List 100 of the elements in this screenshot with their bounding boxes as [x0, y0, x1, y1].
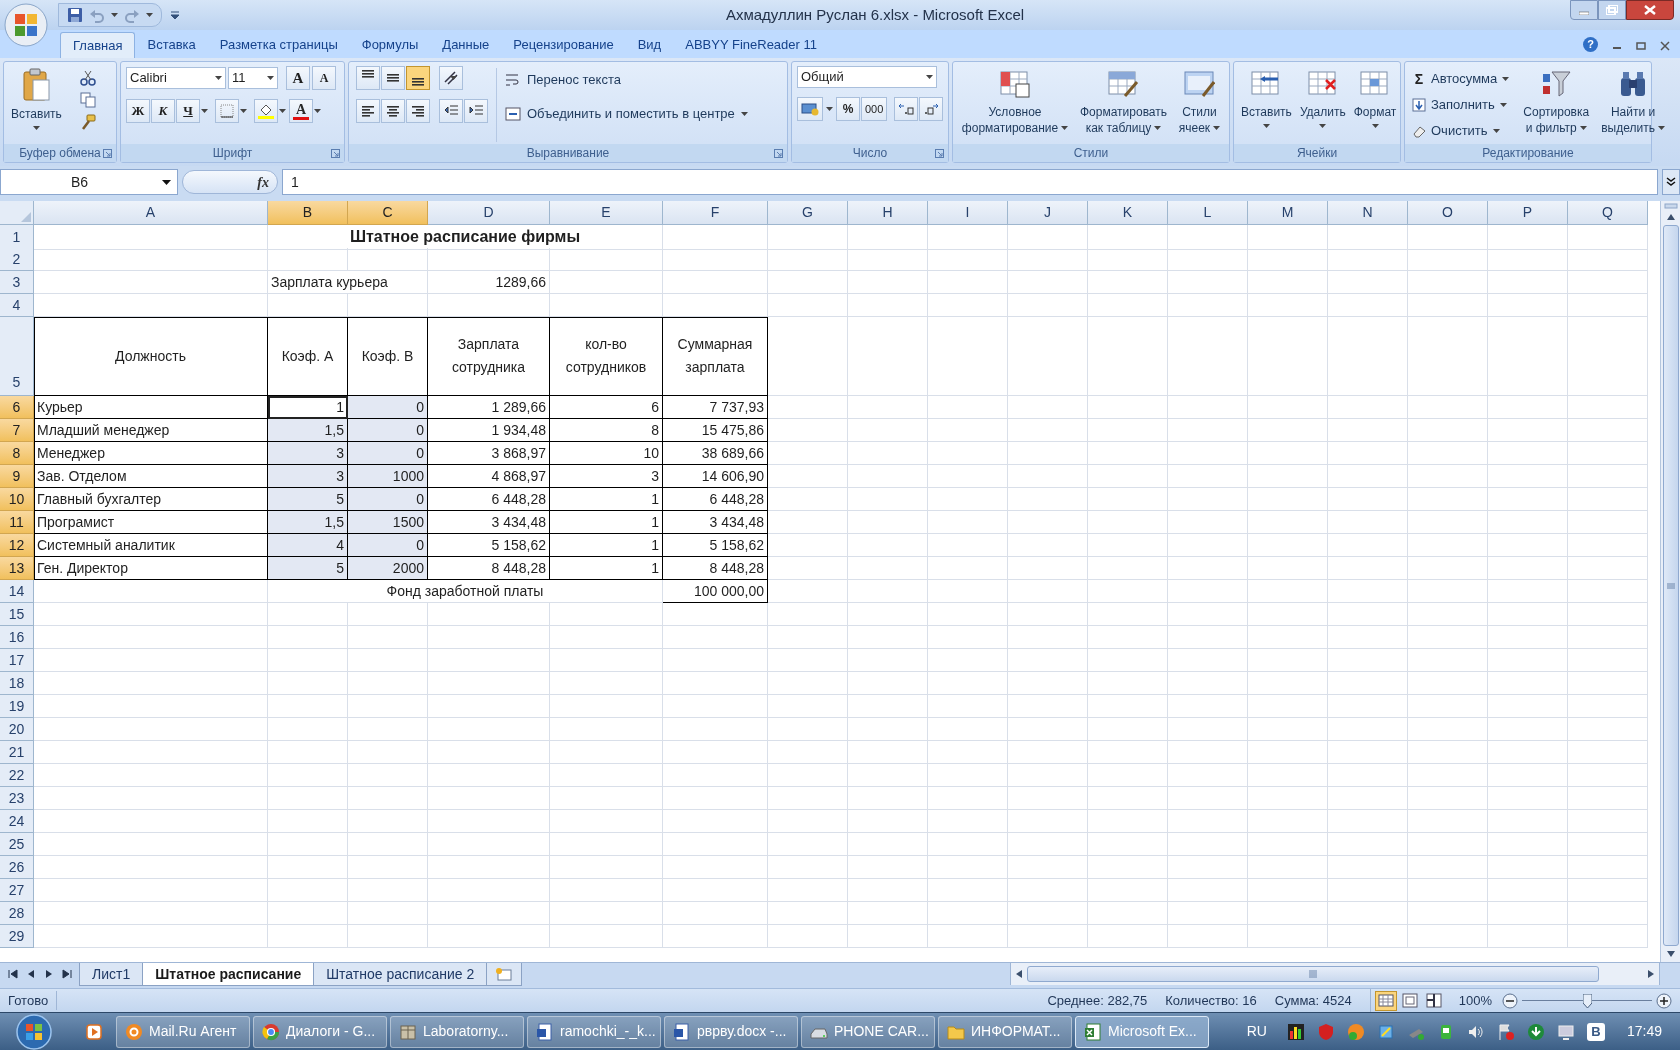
row-header[interactable]: 26 [0, 856, 34, 879]
cell-styles-button[interactable]: Стили ячеек [1174, 66, 1225, 144]
bold-button[interactable]: Ж [126, 99, 150, 123]
spreadsheet-cell[interactable]: 0 [348, 488, 428, 511]
formula-input[interactable]: 1 [282, 169, 1658, 195]
column-header[interactable]: F [663, 201, 768, 225]
redo-icon[interactable] [124, 7, 140, 23]
spreadsheet-cell[interactable]: 2000 [348, 557, 428, 580]
spreadsheet-cell[interactable]: 1 [550, 557, 663, 580]
ribbon-tab[interactable]: Главная [60, 32, 136, 58]
row-header[interactable]: 28 [0, 902, 34, 925]
column-header[interactable]: D [428, 201, 550, 225]
previous-sheet-icon[interactable] [26, 969, 36, 979]
borders-button[interactable] [215, 99, 239, 123]
spreadsheet-cell[interactable]: 15 475,86 [663, 419, 768, 442]
spreadsheet-cell[interactable]: Програмист [34, 511, 268, 534]
merge-center-button[interactable]: Объединить и поместить в центре [505, 102, 748, 126]
row-header[interactable]: 9 [0, 465, 34, 488]
spreadsheet-cell[interactable]: Суммарная зарплата [663, 317, 768, 396]
wrap-text-button[interactable]: Перенос текста [505, 68, 748, 92]
row-header[interactable]: 4 [0, 294, 34, 317]
align-center-button[interactable] [381, 99, 405, 123]
update-icon[interactable] [1376, 1022, 1395, 1041]
dialog-launcher-icon[interactable] [774, 148, 783, 158]
new-sheet-button[interactable] [486, 963, 523, 986]
copy-icon[interactable] [79, 92, 96, 108]
spreadsheet-cell[interactable]: 6 448,28 [428, 488, 550, 511]
column-header[interactable]: E [550, 201, 663, 225]
grow-font-button[interactable]: A [286, 66, 310, 90]
zoom-slider[interactable] [1522, 992, 1652, 1009]
vertical-scrollbar[interactable] [1660, 201, 1680, 962]
fill-button[interactable]: Заполнить [1412, 94, 1510, 116]
currency-button[interactable] [797, 97, 823, 121]
column-header[interactable]: N [1328, 201, 1408, 225]
spreadsheet-cell[interactable]: 3 434,48 [663, 511, 768, 534]
vertical-align-button[interactable] [356, 66, 380, 90]
spreadsheet-cell[interactable]: 1 934,48 [428, 419, 550, 442]
format-painter-icon[interactable] [79, 114, 96, 130]
row-header[interactable]: 29 [0, 925, 34, 948]
row-header[interactable]: 10 [0, 488, 34, 511]
column-header[interactable]: O [1408, 201, 1488, 225]
spreadsheet-cell[interactable]: 4 [268, 534, 348, 557]
row-header[interactable]: 7 [0, 419, 34, 442]
social-network-button[interactable]: В [1586, 1022, 1605, 1041]
next-sheet-icon[interactable] [44, 969, 54, 979]
column-header[interactable]: Q [1568, 201, 1648, 225]
spreadsheet-cell[interactable]: 38 689,66 [663, 442, 768, 465]
spreadsheet-cell[interactable]: Зарплата курьера [268, 271, 428, 294]
row-header[interactable]: 13 [0, 557, 34, 580]
spreadsheet-cell[interactable]: Фонд заработной платы [268, 580, 663, 603]
spreadsheet-cell[interactable]: 1 [550, 488, 663, 511]
spreadsheet-cell[interactable]: 5 158,62 [663, 534, 768, 557]
horizontal-scrollbar[interactable] [1010, 963, 1660, 985]
row-header[interactable]: 1 [0, 225, 34, 250]
chart-icon[interactable] [1286, 1022, 1305, 1041]
column-header[interactable]: H [848, 201, 928, 225]
spreadsheet-cell[interactable]: Коэф. A [268, 317, 348, 396]
scroll-down-icon[interactable] [1665, 950, 1676, 958]
dialog-launcher-icon[interactable] [331, 148, 340, 158]
column-header[interactable]: B [268, 201, 348, 225]
spreadsheet-cell[interactable]: Ген. Директор [34, 557, 268, 580]
ribbon-tab[interactable]: Формулы [349, 32, 431, 58]
column-header[interactable]: A [34, 201, 268, 225]
spreadsheet-cell[interactable]: 8 448,28 [663, 557, 768, 580]
column-header[interactable]: C [348, 201, 428, 225]
spreadsheet-cell[interactable]: 6 [550, 396, 663, 419]
spreadsheet-cell[interactable]: 1 [268, 396, 348, 419]
scroll-right-icon[interactable] [1647, 969, 1655, 979]
sheet-tab[interactable]: Штатное расписание [142, 963, 315, 986]
row-header[interactable]: 25 [0, 833, 34, 856]
spreadsheet-cell[interactable]: 3 868,97 [428, 442, 550, 465]
row-header[interactable]: 24 [0, 810, 34, 833]
spreadsheet-cell[interactable]: Главный бухгалтер [34, 488, 268, 511]
close-button[interactable] [1626, 0, 1674, 20]
spreadsheet-cell[interactable]: 5 158,62 [428, 534, 550, 557]
column-header[interactable]: J [1008, 201, 1088, 225]
shrink-font-button[interactable]: A [312, 66, 336, 90]
column-header[interactable]: L [1168, 201, 1248, 225]
row-header[interactable]: 6 [0, 396, 34, 419]
scroll-up-icon[interactable] [1665, 213, 1676, 221]
restore-button[interactable] [1598, 0, 1626, 20]
spreadsheet-cell[interactable]: 3 [268, 442, 348, 465]
spreadsheet-cell[interactable]: кол-во сотрудников [550, 317, 663, 396]
sheet-tab[interactable]: Штатное расписание 2 [313, 963, 488, 986]
spreadsheet-cell[interactable]: 1 [550, 511, 663, 534]
column-header[interactable]: P [1488, 201, 1568, 225]
font-size-field[interactable]: 11 [228, 67, 278, 89]
spreadsheet-cell[interactable]: 8 448,28 [428, 557, 550, 580]
spreadsheet-cell[interactable]: 7 737,93 [663, 396, 768, 419]
font-color-button[interactable]: A [289, 99, 313, 123]
row-header[interactable]: 21 [0, 741, 34, 764]
spreadsheet-cell[interactable]: 4 868,97 [428, 465, 550, 488]
spreadsheet-cell[interactable]: 14 606,90 [663, 465, 768, 488]
media-player-icon[interactable] [86, 1023, 102, 1040]
row-header[interactable]: 11 [0, 511, 34, 534]
row-header[interactable]: 2 [0, 248, 34, 271]
split-handle-icon[interactable] [1663, 203, 1678, 209]
conditional-formatting-button[interactable]: Условное форматирование [957, 66, 1073, 144]
ribbon-tab[interactable]: Вид [625, 32, 674, 58]
help-button[interactable]: ? [1583, 37, 1598, 52]
